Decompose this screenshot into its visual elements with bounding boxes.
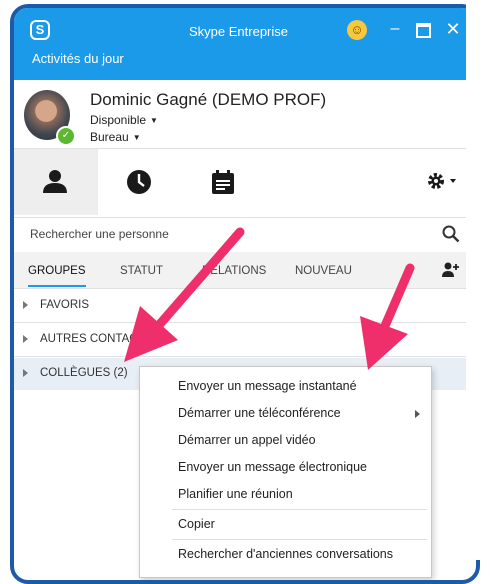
- annotation-arrow-right: [360, 263, 415, 370]
- annotation-arrows: [124, 227, 415, 370]
- annotation-arrow-left: [124, 227, 245, 362]
